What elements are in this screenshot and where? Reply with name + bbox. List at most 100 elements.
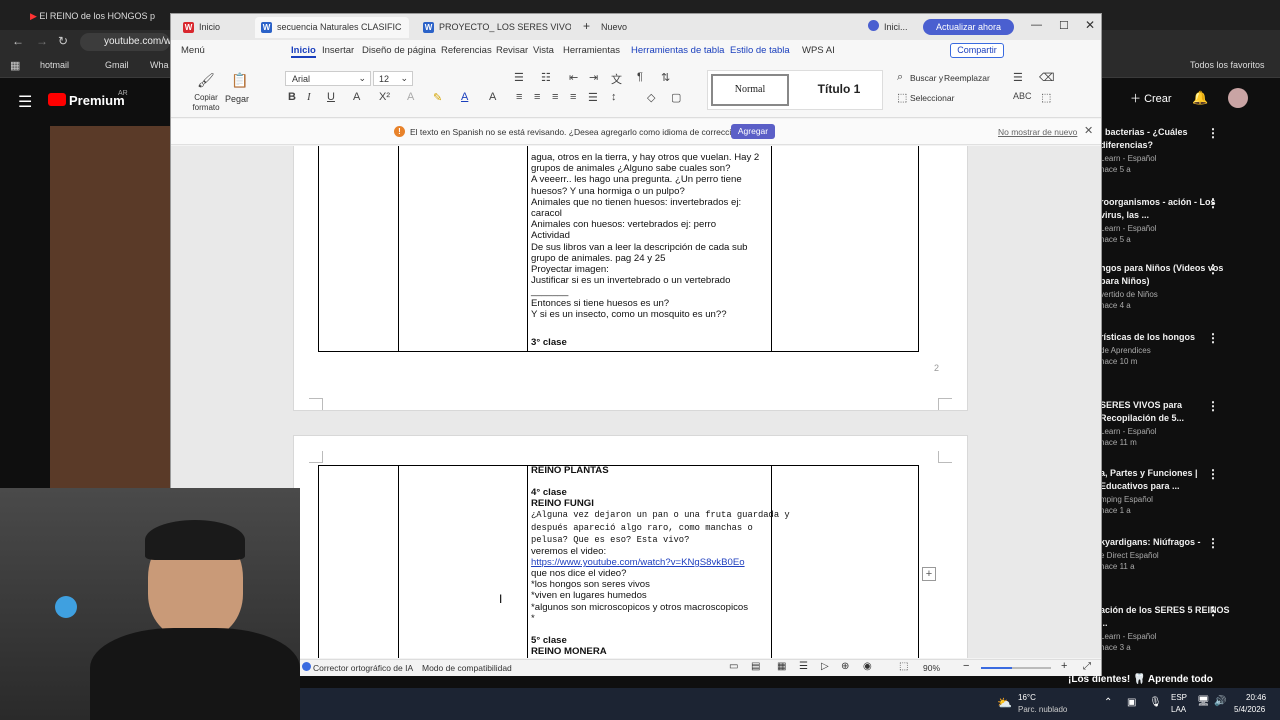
bullets-icon[interactable]: ☰	[514, 71, 524, 84]
close-icon[interactable]: ✕	[1085, 18, 1095, 32]
line-spacing-icon[interactable]: ↕	[611, 91, 617, 103]
menu-item-8[interactable]: Herramientas de tabla	[631, 45, 724, 56]
page2-text-block[interactable]: agua, otros en la tierra, y hay otros qu…	[531, 152, 759, 320]
language-indicator[interactable]: ESP	[1171, 693, 1187, 702]
superscript-icon[interactable]: X²	[379, 91, 390, 103]
avatar[interactable]	[1228, 88, 1248, 108]
globe-icon[interactable]: ⊕	[841, 661, 849, 672]
add-row-icon[interactable]: +	[922, 567, 936, 581]
font-select[interactable]: Arial ⌄	[285, 71, 371, 86]
minimize-icon[interactable]: —	[1031, 19, 1042, 31]
char-shading-icon[interactable]: A	[489, 91, 496, 103]
play-icon[interactable]: ▷	[821, 661, 829, 672]
bookmark-whatsapp[interactable]: Wha	[150, 60, 169, 70]
copy-format-icon[interactable]: 🖌	[197, 72, 215, 89]
browser-tab[interactable]: ▶ El REINO de los HONGOS p	[30, 6, 160, 26]
zoom-slider[interactable]	[981, 667, 1051, 669]
bookmark-gmail[interactable]: Gmail	[105, 60, 129, 70]
hamburger-icon[interactable]: ☰	[18, 92, 32, 112]
more-options-icon[interactable]: ⋮	[1207, 399, 1219, 413]
strikethrough-icon[interactable]: A	[353, 91, 360, 103]
clock-date[interactable]: 5/4/2026	[1234, 705, 1265, 714]
cursor-mode-icon[interactable]: ⬚	[1041, 91, 1051, 104]
spell-check-status[interactable]: Corrector ortográfico de IA	[313, 663, 413, 673]
more-options-icon[interactable]: ⋮	[1207, 262, 1219, 276]
zoom-level[interactable]: 90%	[923, 663, 940, 673]
align-right-icon[interactable]: ≡	[552, 91, 558, 103]
share-button[interactable]: Compartir	[950, 43, 1004, 58]
find-icon[interactable]: ⌕	[897, 71, 903, 84]
new-tab-icon[interactable]: +	[583, 19, 590, 33]
select-label[interactable]: Seleccionar	[910, 93, 954, 103]
close-icon[interactable]: ✕	[1084, 124, 1093, 137]
highlight-icon[interactable]: ✎	[433, 91, 442, 104]
maximize-icon[interactable]: ☐	[1059, 19, 1069, 32]
bell-icon[interactable]: 🔔	[1192, 90, 1208, 106]
zoom-out-icon[interactable]: −	[963, 660, 969, 672]
tray-app-icon[interactable]: ▣	[1127, 697, 1136, 708]
italic-icon[interactable]: I	[307, 91, 311, 103]
justify-icon[interactable]: ≡	[570, 91, 576, 103]
style-title1[interactable]: Título 1	[800, 74, 878, 106]
menu-item-0[interactable]: Menú	[181, 45, 205, 56]
text-direction-icon[interactable]: ☰	[1013, 71, 1023, 84]
more-options-icon[interactable]: ⋮	[1207, 467, 1219, 481]
chevron-up-icon[interactable]: ⌃	[1104, 697, 1112, 708]
paste-label[interactable]: Pegar	[225, 94, 249, 104]
volume-icon[interactable]: 🔊	[1214, 696, 1226, 707]
menu-item-7[interactable]: Herramientas	[563, 45, 620, 56]
account-icon[interactable]	[868, 20, 879, 31]
microphone-icon[interactable]: 🎙	[1149, 697, 1162, 708]
menu-item-2[interactable]: Insertar	[322, 45, 354, 56]
style-normal[interactable]: Normal	[711, 74, 789, 106]
video-link[interactable]: https://www.youtube.com/watch?v=KNgS8vkB…	[531, 557, 745, 568]
more-options-icon[interactable]: ⋮	[1207, 196, 1219, 210]
add-language-button[interactable]: Agregar	[731, 124, 775, 139]
spell-check-icon[interactable]: ABC	[1013, 91, 1032, 101]
increase-indent-icon[interactable]: ⇥	[589, 71, 598, 84]
tab-document[interactable]: Wsecuencia Naturales CLASIFIC	[255, 17, 409, 38]
menu-item-6[interactable]: Vista	[533, 45, 554, 56]
text-effect-icon[interactable]: A	[407, 91, 414, 103]
page-view-icon[interactable]: ▭	[729, 661, 738, 672]
dont-show-again-link[interactable]: No mostrar de nuevo	[998, 127, 1077, 137]
back-icon[interactable]: ←	[12, 34, 24, 48]
tab-document[interactable]: W PROYECTO_ LOS SERES VIVOS 4to 20	[417, 17, 571, 38]
menu-item-9[interactable]: Estilo de tabla	[730, 45, 790, 56]
more-options-icon[interactable]: ⋮	[1207, 331, 1219, 345]
bookmark-all-favorites[interactable]: Todos los favoritos	[1190, 60, 1265, 70]
create-button[interactable]: ＋ Crear	[1130, 90, 1172, 106]
apps-icon[interactable]: ▦	[10, 59, 20, 72]
update-button[interactable]: Actualizar ahora	[923, 19, 1014, 35]
numbering-icon[interactable]: ☷	[541, 71, 551, 84]
bold-icon[interactable]: B	[288, 91, 296, 103]
bookmark-hotmail[interactable]: hotmail	[40, 60, 69, 70]
find-label[interactable]: Buscar y	[910, 73, 943, 83]
more-options-icon[interactable]: ⋮	[1207, 536, 1219, 550]
temperature[interactable]: 16°C	[1018, 693, 1036, 702]
chinese-layout-icon[interactable]: 文	[611, 71, 622, 87]
replace-label[interactable]: Reemplazar	[944, 73, 990, 83]
borders-icon[interactable]: ▢	[671, 91, 681, 104]
decrease-indent-icon[interactable]: ⇤	[569, 71, 578, 84]
paragraph-mark-icon[interactable]: ¶	[637, 71, 643, 83]
paste-icon[interactable]: 📋	[231, 72, 248, 89]
url-field[interactable]: youtube.com/w	[80, 33, 171, 51]
forward-icon[interactable]: →	[36, 34, 48, 48]
font-color-icon[interactable]: A	[461, 91, 468, 103]
underline-icon[interactable]: U	[327, 91, 335, 103]
font-size-select[interactable]: 12 ⌄	[373, 71, 413, 86]
shading-icon[interactable]: ◇	[647, 91, 655, 104]
keyboard-layout[interactable]: LAA	[1171, 705, 1186, 714]
menu-item-1[interactable]: Inicio	[291, 45, 316, 58]
select-icon[interactable]: ⬚	[897, 91, 907, 104]
sort-icon[interactable]: ⇅	[661, 71, 670, 84]
eye-protect-icon[interactable]: ◉	[863, 661, 872, 672]
more-options-icon[interactable]: ⋮	[1207, 604, 1219, 618]
outline-view-icon[interactable]: ☰	[799, 661, 808, 672]
fullscreen-icon[interactable]: ⤢	[1083, 661, 1091, 672]
distributed-icon[interactable]: ☰	[588, 91, 598, 104]
network-icon[interactable]: 🖥	[1197, 696, 1210, 707]
zoom-in-icon[interactable]: +	[1061, 660, 1067, 672]
fit-page-icon[interactable]: ⬚	[899, 661, 908, 672]
